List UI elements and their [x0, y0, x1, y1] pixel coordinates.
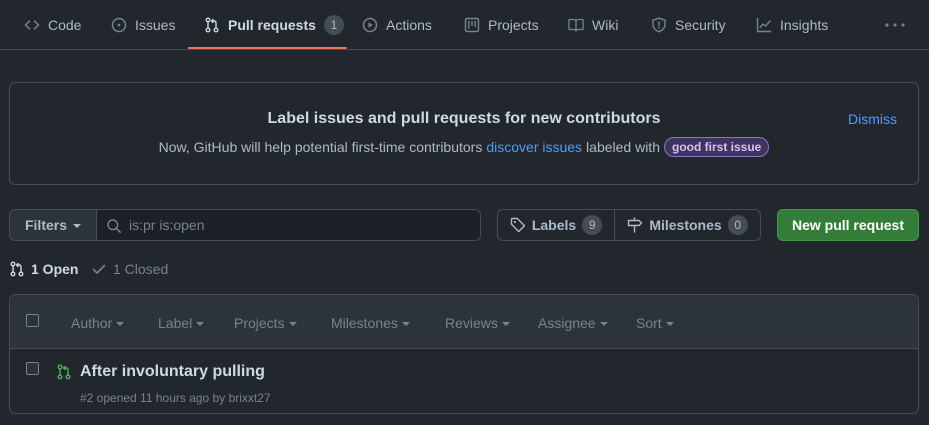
- selected-tab-underline: [188, 47, 347, 49]
- tab-insights[interactable]: Insights: [756, 0, 828, 50]
- filter-label: Author: [71, 315, 113, 331]
- filter-label: Milestones: [331, 315, 398, 331]
- discover-issues-link[interactable]: discover issues: [486, 139, 582, 155]
- tab-label: Security: [675, 17, 726, 33]
- list-item: After involuntary pulling #2 opened 11 h…: [10, 349, 918, 413]
- tab-pull-requests[interactable]: Pull requests 1: [204, 0, 344, 50]
- milestones-filter-dropdown[interactable]: Milestones: [331, 315, 410, 331]
- labels-count-badge: 9: [582, 215, 603, 235]
- filter-label: Reviews: [445, 315, 498, 331]
- search-icon: [107, 219, 121, 233]
- check-icon: [92, 264, 106, 274]
- tab-label: Wiki: [592, 17, 619, 33]
- open-pull-request-icon: [57, 364, 71, 380]
- triangle-down-icon: [599, 322, 608, 326]
- repo-nav: Code Issues Pull requests 1 Actions Proj…: [0, 0, 929, 50]
- triangle-down-icon: [196, 322, 205, 326]
- tab-label: Actions: [386, 17, 432, 33]
- labels-label: Labels: [531, 217, 577, 233]
- pull-request-meta: #2 opened 11 hours ago by brixxt27: [80, 391, 271, 405]
- good-first-issue-label[interactable]: good first issue: [663, 137, 770, 157]
- tab-label: Code: [48, 17, 82, 33]
- tab-code[interactable]: Code: [24, 0, 81, 50]
- triangle-down-icon: [665, 322, 674, 326]
- tab-label: Projects: [488, 17, 539, 33]
- tab-label: Pull requests: [228, 17, 316, 33]
- tag-icon: [510, 217, 526, 233]
- open-filter-link[interactable]: 1 Open: [9, 260, 78, 278]
- select-row-checkbox[interactable]: [26, 362, 39, 375]
- kebab-horizontal-icon[interactable]: [884, 17, 906, 33]
- play-icon: [362, 17, 378, 33]
- banner-title: Label issues and pull requests for new c…: [267, 110, 661, 127]
- milestones-label: Milestones: [649, 217, 722, 233]
- select-all-checkbox[interactable]: [26, 314, 39, 327]
- banner-text-before: Now, GitHub will help potential first-ti…: [158, 139, 483, 155]
- milestones-count-badge: 0: [727, 215, 748, 235]
- pull-requests-count-badge: 1: [323, 15, 344, 35]
- tab-issues[interactable]: Issues: [111, 0, 175, 50]
- labels-button[interactable]: Labels 9: [498, 210, 615, 240]
- author-link[interactable]: brixxt27: [229, 391, 271, 405]
- pull-request-opened-text: #2 opened 11 hours ago by: [80, 391, 226, 405]
- search-box: [96, 209, 481, 241]
- issue-opened-icon: [111, 17, 127, 33]
- search-input[interactable]: [129, 210, 474, 240]
- triangle-down-icon: [288, 322, 297, 326]
- list-header: Author Label Projects Milestones Reviews…: [10, 295, 918, 349]
- tab-actions[interactable]: Actions: [362, 0, 432, 50]
- triangle-down-icon: [116, 322, 125, 326]
- triangle-down-icon: [501, 322, 510, 326]
- book-icon: [568, 18, 584, 32]
- milestones-button[interactable]: Milestones 0: [615, 210, 760, 240]
- tab-security[interactable]: Security: [651, 0, 726, 50]
- contributors-banner: Label issues and pull requests for new c…: [9, 82, 919, 185]
- closed-filter-link[interactable]: 1 Closed: [91, 260, 168, 278]
- filters-label: Filters: [24, 217, 67, 233]
- pull-request-title-link[interactable]: After involuntary pulling: [80, 363, 265, 381]
- banner-text-after: labeled with: [586, 139, 660, 155]
- assignee-filter-dropdown[interactable]: Assignee: [538, 315, 608, 331]
- reviews-filter-dropdown[interactable]: Reviews: [445, 315, 510, 331]
- author-filter-dropdown[interactable]: Author: [71, 315, 125, 331]
- tab-label: Issues: [135, 17, 176, 33]
- filters-dropdown-button[interactable]: Filters: [9, 209, 97, 241]
- code-icon: [24, 20, 40, 30]
- filter-label: Label: [158, 315, 193, 331]
- banner-text: Now, GitHub will help potential first-ti…: [10, 137, 918, 157]
- filter-label: Projects: [234, 315, 285, 331]
- tab-wiki[interactable]: Wiki: [568, 0, 618, 50]
- filter-label: Assignee: [538, 315, 596, 331]
- graph-icon: [756, 17, 772, 33]
- open-count-label: 1 Open: [31, 261, 79, 277]
- filter-label: Sort: [636, 315, 662, 331]
- milestone-icon: [628, 217, 643, 233]
- sort-dropdown[interactable]: Sort: [636, 315, 674, 331]
- triangle-down-icon: [401, 322, 410, 326]
- shield-icon: [652, 17, 666, 33]
- project-icon: [464, 17, 480, 33]
- projects-filter-dropdown[interactable]: Projects: [234, 315, 297, 331]
- tab-projects[interactable]: Projects: [464, 0, 539, 50]
- closed-count-label: 1 Closed: [113, 261, 169, 277]
- triangle-down-icon: [73, 224, 81, 228]
- git-pull-request-icon: [205, 17, 219, 33]
- labels-milestones-group: Labels 9 Milestones 0: [497, 209, 761, 241]
- pull-request-list: Author Label Projects Milestones Reviews…: [9, 294, 919, 414]
- tab-label: Insights: [780, 17, 829, 33]
- label-filter-dropdown[interactable]: Label: [158, 315, 205, 331]
- dismiss-button[interactable]: Dismiss: [848, 111, 897, 127]
- git-pull-request-icon: [10, 261, 24, 277]
- new-pull-request-button[interactable]: New pull request: [777, 209, 919, 241]
